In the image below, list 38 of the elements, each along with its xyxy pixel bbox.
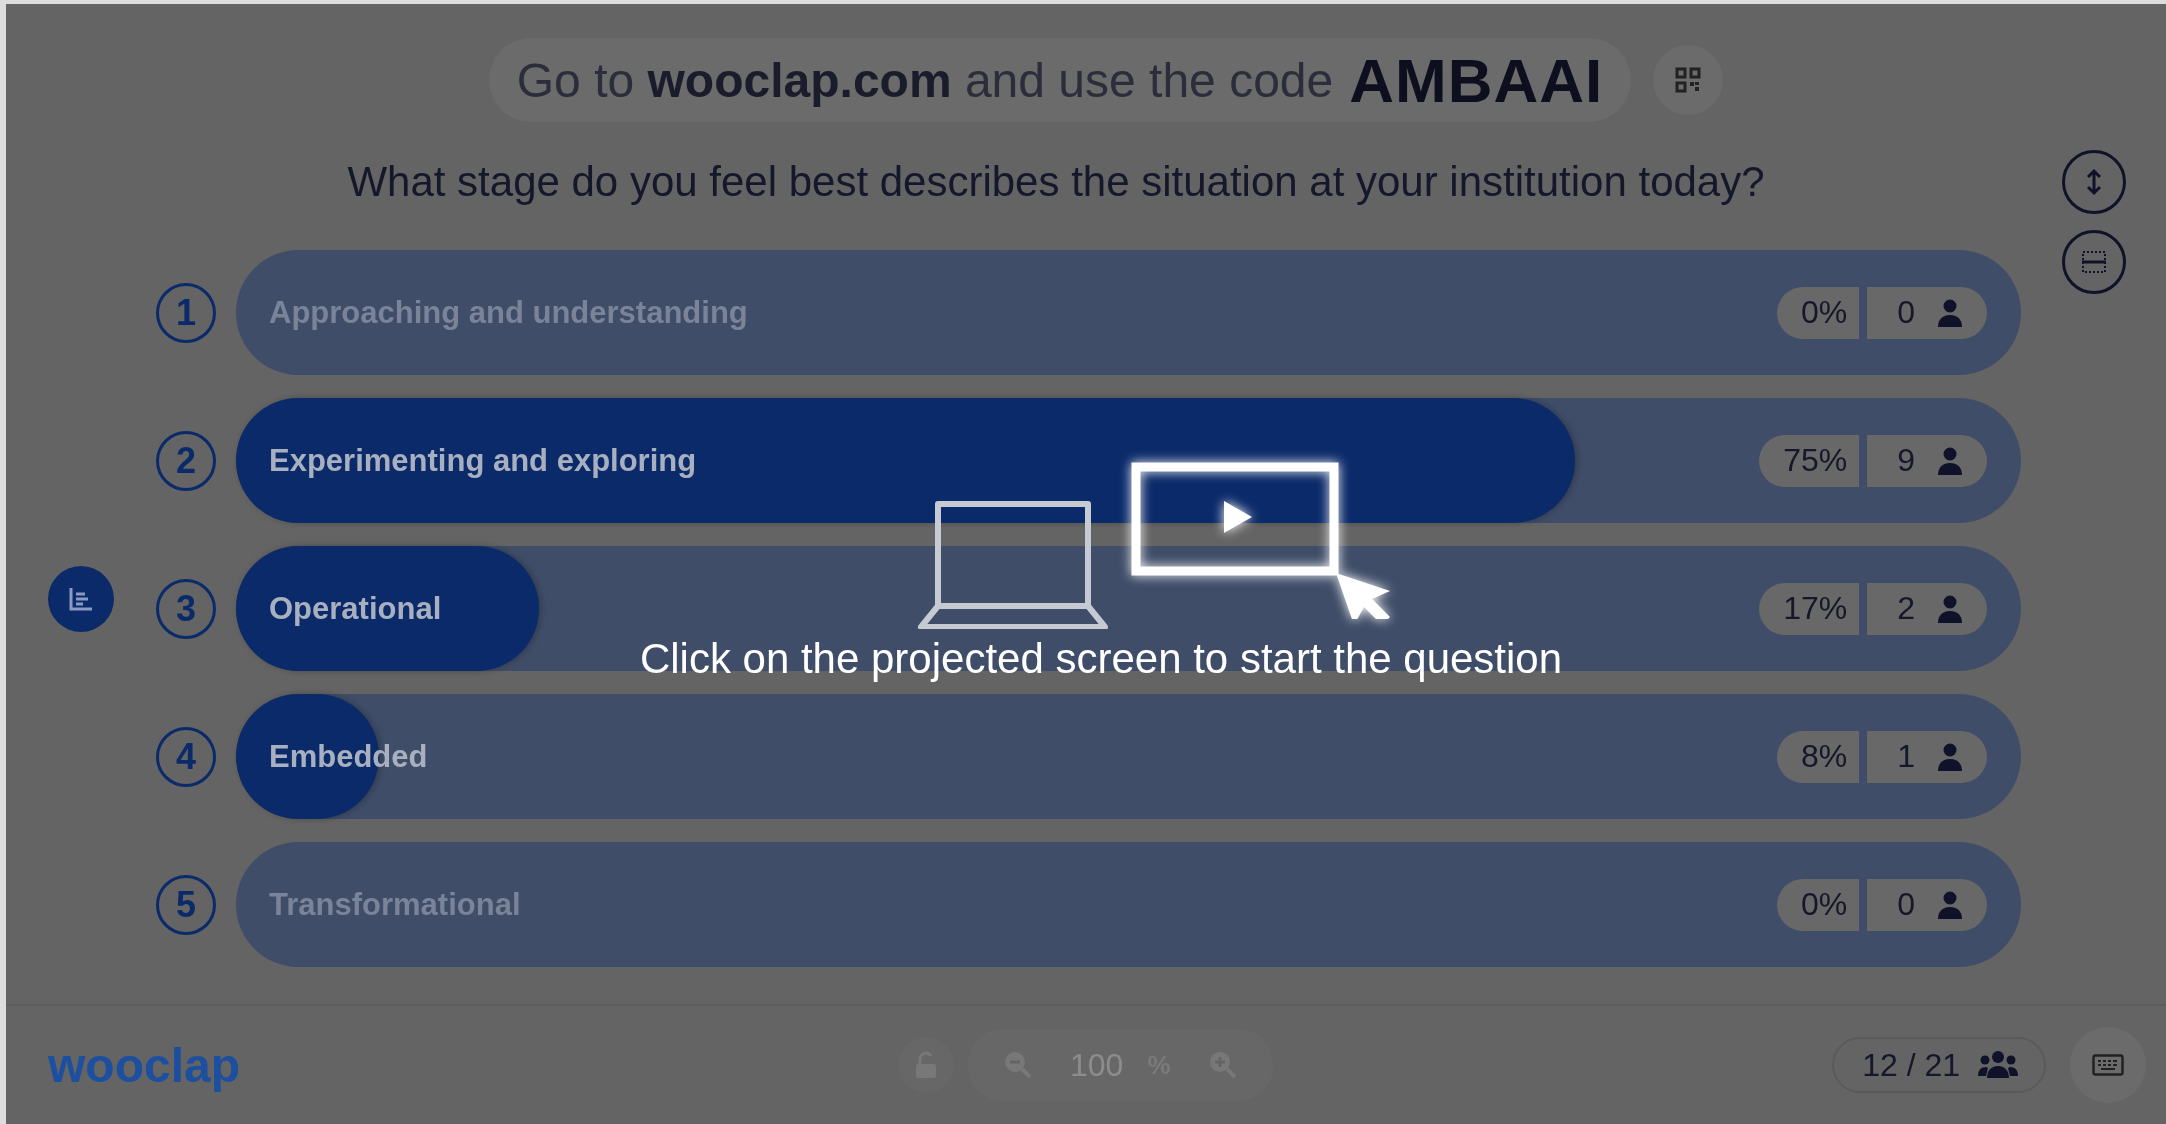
join-instruction: Go to wooclap.com and use the code [516,52,1334,108]
answer-number: 1 [156,282,216,343]
logo: wooclap [48,1037,242,1093]
group-icon [1978,1050,2018,1080]
answer-label: Operational [269,590,442,627]
answer-number: 2 [156,430,216,491]
person-icon [1937,446,1963,475]
answer-percentage: 0% [1776,878,1860,931]
person-icon [1937,742,1963,771]
question-text: What stage do you feel best describes the situation at your institution today? [347,158,1765,206]
answer-count: 1 [1867,730,1987,783]
zoom-unit: % [1147,1049,1171,1081]
event-code: AMBAAI [1349,44,1604,116]
answer-percentage: 0% [1776,286,1860,339]
person-icon [1937,298,1963,327]
answer-number: 3 [156,578,216,639]
answer-label: Approaching and understanding [269,294,748,331]
qr-code-icon [1675,67,1702,93]
person-icon [1937,890,1963,919]
answer-count: 0 [1867,878,1987,931]
answer-count: 9 [1867,434,1987,487]
start-question-message: Click on the projected screen to start the question [638,635,1563,683]
keyboard-icon [2092,1054,2124,1076]
answer-percentage: 17% [1759,582,1860,635]
answer-count: 0 [1867,286,1987,339]
answer-percentage: 8% [1776,730,1860,783]
participant-counter: 12 / 21 [1832,1037,2046,1093]
split-grid-icon [2079,249,2108,275]
answer-number: 4 [156,726,216,787]
answer-percentage: 75% [1759,434,1860,487]
answer-number: 5 [156,874,216,935]
answer-label: Embedded [269,738,428,775]
answer-label: Transformational [269,886,521,923]
person-icon [1937,594,1963,623]
layout-button[interactable] [2061,230,2126,294]
answer-count: 2 [1867,582,1987,635]
answer-label: Experimenting and exploring [269,442,697,479]
resize-button[interactable] [2061,150,2126,214]
